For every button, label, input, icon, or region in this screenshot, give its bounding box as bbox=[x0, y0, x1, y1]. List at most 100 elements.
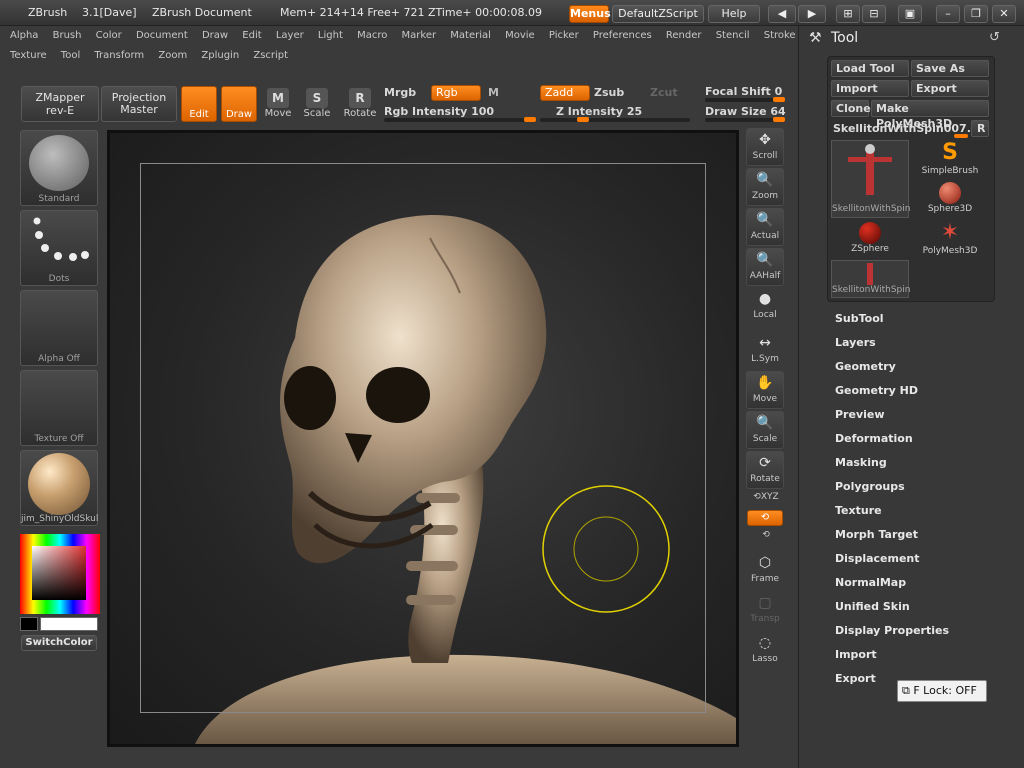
subpalette-layers[interactable]: Layers bbox=[835, 336, 876, 349]
menu-alpha[interactable]: Alpha bbox=[10, 26, 38, 46]
make-polymesh-button[interactable]: Make PolyMesh3D bbox=[871, 100, 989, 130]
menus-button[interactable]: Menus bbox=[569, 5, 611, 23]
zsub-button[interactable]: Zsub bbox=[594, 86, 624, 99]
rotate-button[interactable]: R Rotate bbox=[342, 88, 378, 119]
move-button[interactable]: M Move bbox=[262, 88, 294, 119]
clone-button[interactable]: Clone bbox=[831, 100, 871, 117]
subpalette-polygroups[interactable]: Polygroups bbox=[835, 480, 905, 493]
focal-shift-slider[interactable] bbox=[705, 97, 785, 102]
local-button[interactable]: ● Local bbox=[746, 288, 784, 326]
menu-render[interactable]: Render bbox=[666, 26, 702, 46]
subpalette-unified-skin[interactable]: Unified Skin bbox=[835, 600, 910, 613]
menu-zscript[interactable]: Zscript bbox=[253, 46, 288, 66]
flock-status-button[interactable]: ⧉ F Lock: OFF bbox=[897, 680, 987, 702]
rgb-button[interactable]: Rgb bbox=[431, 85, 481, 101]
alpha-slot[interactable]: Alpha Off bbox=[20, 290, 98, 366]
xyz-button[interactable]: ⟲XYZ bbox=[752, 492, 780, 502]
menu-tool[interactable]: Tool bbox=[61, 46, 80, 66]
z-intensity-knob[interactable] bbox=[577, 117, 589, 122]
y-rotate-button[interactable]: ⟲ bbox=[747, 510, 783, 526]
load-tool-button[interactable]: Load Tool bbox=[831, 60, 909, 77]
scale-view-button[interactable]: 🔍 Scale bbox=[746, 411, 784, 449]
subpalette-displacement[interactable]: Displacement bbox=[835, 552, 920, 565]
secondary-color-swatch[interactable] bbox=[20, 617, 38, 631]
subpalette-normalmap[interactable]: NormalMap bbox=[835, 576, 906, 589]
menu-preferences[interactable]: Preferences bbox=[593, 26, 652, 46]
menu-layer[interactable]: Layer bbox=[276, 26, 304, 46]
export-tool-button[interactable]: Export bbox=[911, 80, 989, 97]
aahalf-button[interactable]: 🔍 AAHalf bbox=[746, 248, 784, 286]
switch-color-button[interactable]: SwitchColor bbox=[21, 635, 97, 651]
menu-texture[interactable]: Texture bbox=[10, 46, 47, 66]
projection-master-button[interactable]: Projection Master bbox=[101, 86, 177, 122]
menu-transform[interactable]: Transform bbox=[94, 46, 144, 66]
menu-picker[interactable]: Picker bbox=[549, 26, 579, 46]
menu-macro[interactable]: Macro bbox=[357, 26, 387, 46]
current-tool-slider[interactable] bbox=[954, 134, 968, 138]
default-zscript-button[interactable]: DefaultZScript bbox=[612, 5, 704, 23]
menu-movie[interactable]: Movie bbox=[505, 26, 535, 46]
actual-button[interactable]: 🔍 Actual bbox=[746, 208, 784, 246]
tool-thumb-skelliton-2[interactable]: SkellitonWithSpin bbox=[831, 260, 910, 298]
r-button[interactable]: R bbox=[971, 120, 989, 137]
m-button[interactable]: M bbox=[488, 86, 499, 99]
lasso-button[interactable]: ◌ Lasso bbox=[746, 632, 784, 670]
mrgb-button[interactable]: Mrgb bbox=[384, 86, 416, 99]
subpalette-import[interactable]: Import bbox=[835, 648, 877, 661]
tool-polymesh3d[interactable]: ✶ PolyMesh3D bbox=[911, 220, 989, 258]
menu-brush[interactable]: Brush bbox=[53, 26, 82, 46]
zcut-button[interactable]: Zcut bbox=[650, 86, 678, 99]
layout-icon[interactable]: ⊞ bbox=[836, 5, 860, 23]
layout2-icon[interactable]: ⊟ bbox=[862, 5, 886, 23]
subpalette-display-properties[interactable]: Display Properties bbox=[835, 624, 949, 637]
menu-stroke[interactable]: Stroke bbox=[764, 26, 796, 46]
subpalette-masking[interactable]: Masking bbox=[835, 456, 887, 469]
color-saturation-square[interactable] bbox=[32, 546, 86, 600]
focal-shift-knob[interactable] bbox=[773, 97, 785, 102]
lock-icon[interactable]: ▣ bbox=[898, 5, 922, 23]
tool-simplebrush[interactable]: S SimpleBrush bbox=[911, 140, 989, 178]
menu-marker[interactable]: Marker bbox=[402, 26, 437, 46]
texture-slot[interactable]: Texture Off bbox=[20, 370, 98, 446]
tray-left-icon[interactable]: ◀ bbox=[768, 5, 796, 23]
frame-button[interactable]: ⬡ Frame bbox=[746, 552, 784, 590]
palette-reset-icon[interactable]: ↺ bbox=[989, 30, 1000, 45]
help-button[interactable]: Help bbox=[708, 5, 760, 23]
tool-thumb-skelliton[interactable]: SkellitonWithSpin bbox=[831, 140, 910, 218]
brush-slot[interactable]: Standard bbox=[20, 130, 98, 206]
subpalette-subtool[interactable]: SubTool bbox=[835, 312, 884, 325]
menu-light[interactable]: Light bbox=[318, 26, 343, 46]
zmapper-button[interactable]: ZMapper rev-E bbox=[21, 86, 99, 122]
menu-zoom[interactable]: Zoom bbox=[158, 46, 187, 66]
menu-stencil[interactable]: Stencil bbox=[716, 26, 750, 46]
subpalette-preview[interactable]: Preview bbox=[835, 408, 885, 421]
rotate-view-button[interactable]: ⟳ Rotate bbox=[746, 451, 784, 489]
minimize-icon[interactable]: – bbox=[936, 5, 960, 23]
scroll-button[interactable]: ✥ Scroll bbox=[746, 128, 784, 166]
subpalette-texture[interactable]: Texture bbox=[835, 504, 882, 517]
menu-color[interactable]: Color bbox=[96, 26, 122, 46]
lsym-button[interactable]: ↔ L.Sym bbox=[746, 332, 784, 370]
tool-sphere3d[interactable]: Sphere3D bbox=[911, 180, 989, 218]
main-color-swatch[interactable] bbox=[40, 617, 98, 631]
rgb-intensity-knob[interactable] bbox=[524, 117, 536, 122]
draw-button[interactable]: Draw bbox=[221, 86, 257, 122]
zadd-button[interactable]: Zadd bbox=[540, 85, 590, 101]
import-tool-button[interactable]: Import bbox=[831, 80, 909, 97]
draw-size-knob[interactable] bbox=[773, 117, 785, 122]
subpalette-deformation[interactable]: Deformation bbox=[835, 432, 913, 445]
menu-edit[interactable]: Edit bbox=[242, 26, 261, 46]
menu-material[interactable]: Material bbox=[450, 26, 491, 46]
tool-zsphere[interactable]: ZSphere bbox=[831, 220, 909, 258]
subpalette-export[interactable]: Export bbox=[835, 672, 876, 685]
z-rotate-button[interactable]: ⟲ bbox=[752, 530, 780, 540]
edit-button[interactable]: Edit bbox=[181, 86, 217, 122]
move-view-button[interactable]: ✋ Move bbox=[746, 371, 784, 409]
zoom-button[interactable]: 🔍 Zoom bbox=[746, 168, 784, 206]
menu-document[interactable]: Document bbox=[136, 26, 188, 46]
close-icon[interactable]: ✕ bbox=[992, 5, 1016, 23]
transp-button[interactable]: ▢ Transp bbox=[746, 592, 784, 630]
restore-icon[interactable]: ❐ bbox=[964, 5, 988, 23]
scale-button[interactable]: S Scale bbox=[301, 88, 333, 119]
tray-right-icon[interactable]: ▶ bbox=[798, 5, 826, 23]
